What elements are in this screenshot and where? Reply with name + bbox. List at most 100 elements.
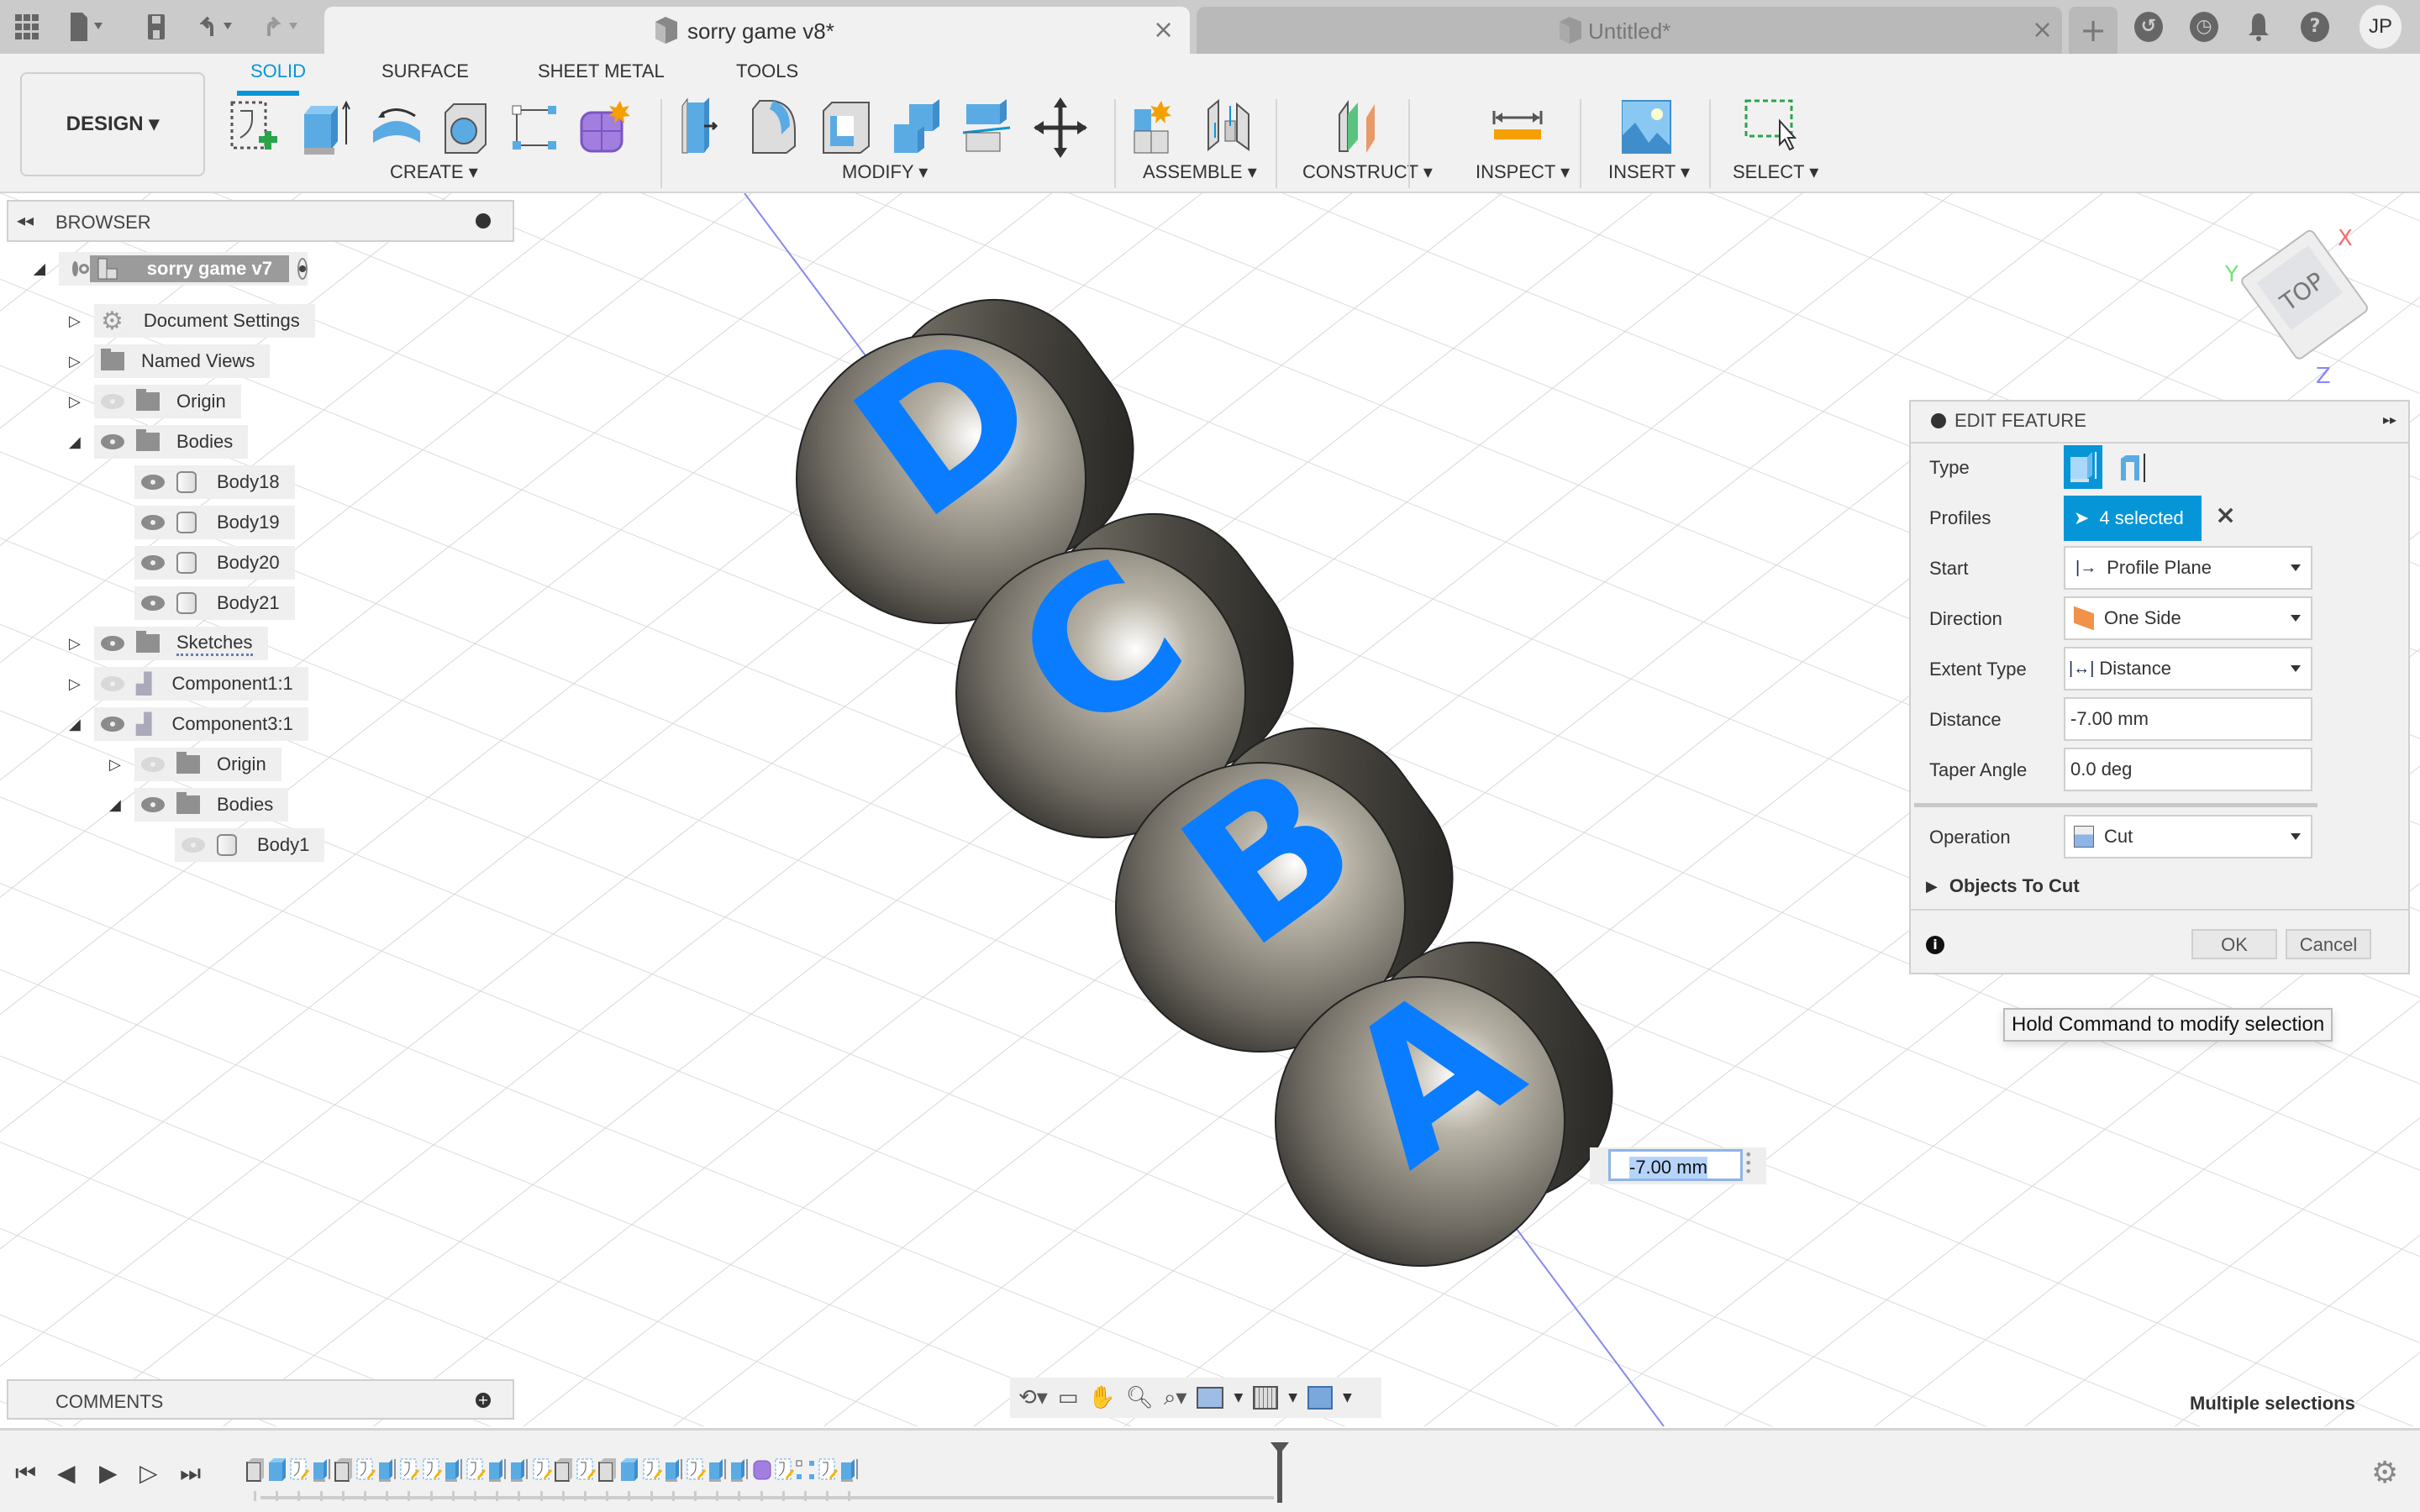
tab-untitled[interactable]: Untitled* ×: [1197, 7, 2062, 54]
expand-root-icon[interactable]: [34, 264, 45, 276]
clear-selection-icon[interactable]: ×: [2215, 501, 2236, 530]
tab-sheet-metal[interactable]: SHEET METAL: [538, 60, 665, 82]
dimension-options-icon[interactable]: • • •: [1744, 1148, 1752, 1179]
zoom-icon[interactable]: 🔍︎: [1126, 1385, 1154, 1410]
display-settings-icon[interactable]: [1197, 1387, 1224, 1409]
tree-item[interactable]: Body20: [134, 546, 295, 580]
assemble-menu[interactable]: ASSEMBLE ▾: [1143, 161, 1257, 183]
tab-sorry-game[interactable]: sorry game v8* ×: [324, 7, 1190, 54]
visibility-eye-icon[interactable]: [141, 515, 165, 530]
collapse-browser-icon[interactable]: ◂◂: [17, 210, 34, 230]
tree-item[interactable]: Body19: [134, 506, 295, 539]
visibility-off-icon[interactable]: [182, 837, 205, 853]
activate-radio-icon[interactable]: [297, 258, 308, 280]
insert-menu[interactable]: INSERT ▾: [1608, 161, 1690, 183]
notifications-icon[interactable]: [2247, 12, 2270, 45]
distance-input[interactable]: -7.00 mm: [2064, 697, 2312, 741]
collapse-node-icon[interactable]: ◢: [69, 716, 81, 733]
select-menu[interactable]: SELECT ▾: [1733, 161, 1818, 183]
shell-icon[interactable]: [820, 97, 874, 158]
timeline-play-icon[interactable]: ▶: [99, 1459, 118, 1487]
tree-item[interactable]: Body21: [134, 586, 295, 620]
joint-icon[interactable]: [1203, 97, 1257, 158]
modify-menu[interactable]: MODIFY ▾: [842, 161, 928, 183]
inspect-menu[interactable]: INSPECT ▾: [1476, 161, 1570, 183]
save-button[interactable]: [141, 12, 171, 42]
tree-item[interactable]: Named Views: [94, 344, 271, 378]
timeline-next-icon[interactable]: ▷: [139, 1459, 158, 1487]
info-icon[interactable]: i: [1926, 936, 1944, 954]
timeline-last-icon[interactable]: ⏭: [180, 1459, 201, 1488]
ok-button[interactable]: OK: [2191, 929, 2277, 959]
timeline-extrude-icon[interactable]: [839, 1457, 865, 1484]
expand-node-icon[interactable]: ▷: [69, 675, 81, 693]
add-comment-icon[interactable]: +: [476, 1393, 491, 1408]
tree-item[interactable]: Body1: [175, 828, 325, 862]
operation-dropdown[interactable]: Cut: [2064, 815, 2312, 858]
window-select-icon[interactable]: [1744, 97, 1798, 158]
split-body-icon[interactable]: [961, 97, 1015, 158]
expand-node-icon[interactable]: ▷: [109, 756, 121, 774]
combine-icon[interactable]: [891, 97, 944, 158]
objects-to-cut-section[interactable]: ▶ Objects To Cut: [1926, 875, 2080, 897]
create-form-icon[interactable]: [578, 97, 632, 158]
visibility-off-icon[interactable]: [141, 757, 165, 772]
visibility-off-icon[interactable]: [101, 676, 124, 691]
revolve-icon[interactable]: [370, 97, 424, 158]
fillet-icon[interactable]: [750, 97, 803, 158]
expand-node-icon[interactable]: ▷: [69, 635, 81, 653]
workspace-switcher[interactable]: DESIGN ▾: [20, 72, 205, 176]
extrude-icon[interactable]: [299, 97, 353, 158]
measure-icon[interactable]: [1492, 97, 1546, 158]
visibility-eye-icon[interactable]: [72, 261, 89, 276]
tree-item[interactable]: Origin: [134, 748, 281, 781]
tree-item[interactable]: ⚙ Document Settings: [94, 304, 315, 338]
type-solid-button[interactable]: [2064, 445, 2102, 489]
tree-item[interactable]: Sketches: [94, 627, 268, 660]
look-at-icon[interactable]: ▭: [1058, 1385, 1079, 1410]
press-pull-icon[interactable]: [679, 97, 733, 158]
collapse-dialog-icon[interactable]: [1931, 413, 1946, 428]
visibility-eye-icon[interactable]: [101, 434, 124, 449]
construct-menu[interactable]: CONSTRUCT ▾: [1302, 161, 1433, 183]
file-menu-button[interactable]: [67, 12, 114, 42]
collapse-node-icon[interactable]: ◢: [109, 796, 121, 814]
move-copy-icon[interactable]: [1034, 97, 1087, 158]
visibility-off-icon[interactable]: [101, 394, 124, 409]
rectangular-pattern-icon[interactable]: [509, 97, 563, 158]
visibility-eye-icon[interactable]: [141, 596, 165, 611]
undo-button[interactable]: [198, 12, 245, 42]
expand-dialog-icon[interactable]: ▸▸: [2383, 412, 2396, 428]
type-thin-button[interactable]: [2116, 450, 2149, 487]
pan-icon[interactable]: ✋: [1088, 1385, 1115, 1410]
create-sketch-icon[interactable]: [227, 97, 281, 158]
collapse-node-icon[interactable]: ◢: [69, 433, 81, 451]
tab-surface[interactable]: SURFACE: [381, 60, 469, 82]
new-tab-icon[interactable]: +: [2069, 7, 2118, 54]
orbit-icon[interactable]: ⟲▾: [1018, 1385, 1048, 1410]
expand-node-icon[interactable]: ▷: [69, 393, 81, 411]
tree-item[interactable]: Bodies: [94, 425, 249, 459]
tree-item[interactable]: Body18: [134, 465, 295, 499]
tree-item[interactable]: ▟ Component3:1: [94, 707, 308, 741]
timeline-settings-gear-icon[interactable]: ⚙: [2371, 1456, 2398, 1490]
create-menu[interactable]: CREATE ▾: [390, 161, 478, 183]
tab-solid[interactable]: SOLID: [250, 60, 306, 82]
help-icon[interactable]: ?: [2301, 12, 2329, 42]
viewports-icon[interactable]: [1307, 1386, 1333, 1410]
taper-angle-input[interactable]: 0.0 deg: [2064, 748, 2312, 791]
dimension-input[interactable]: -7.00 mm: [1608, 1149, 1743, 1181]
offset-plane-icon[interactable]: [1336, 97, 1390, 158]
extensions-icon[interactable]: ↺: [2134, 12, 2163, 42]
redo-button[interactable]: [264, 12, 311, 42]
timeline-marker[interactable]: [1277, 1447, 1282, 1503]
job-status-icon[interactable]: ◷: [2190, 12, 2218, 42]
pin-panel-icon[interactable]: [476, 213, 491, 228]
grid-icon[interactable]: [1253, 1386, 1279, 1410]
cancel-button[interactable]: Cancel: [2286, 929, 2371, 959]
new-component-icon[interactable]: [1133, 97, 1186, 158]
insert-image-icon[interactable]: [1622, 97, 1676, 158]
visibility-eye-icon[interactable]: [141, 555, 165, 570]
tab-tools[interactable]: TOOLS: [736, 60, 798, 82]
timeline-first-icon[interactable]: ⏮: [15, 1459, 36, 1488]
